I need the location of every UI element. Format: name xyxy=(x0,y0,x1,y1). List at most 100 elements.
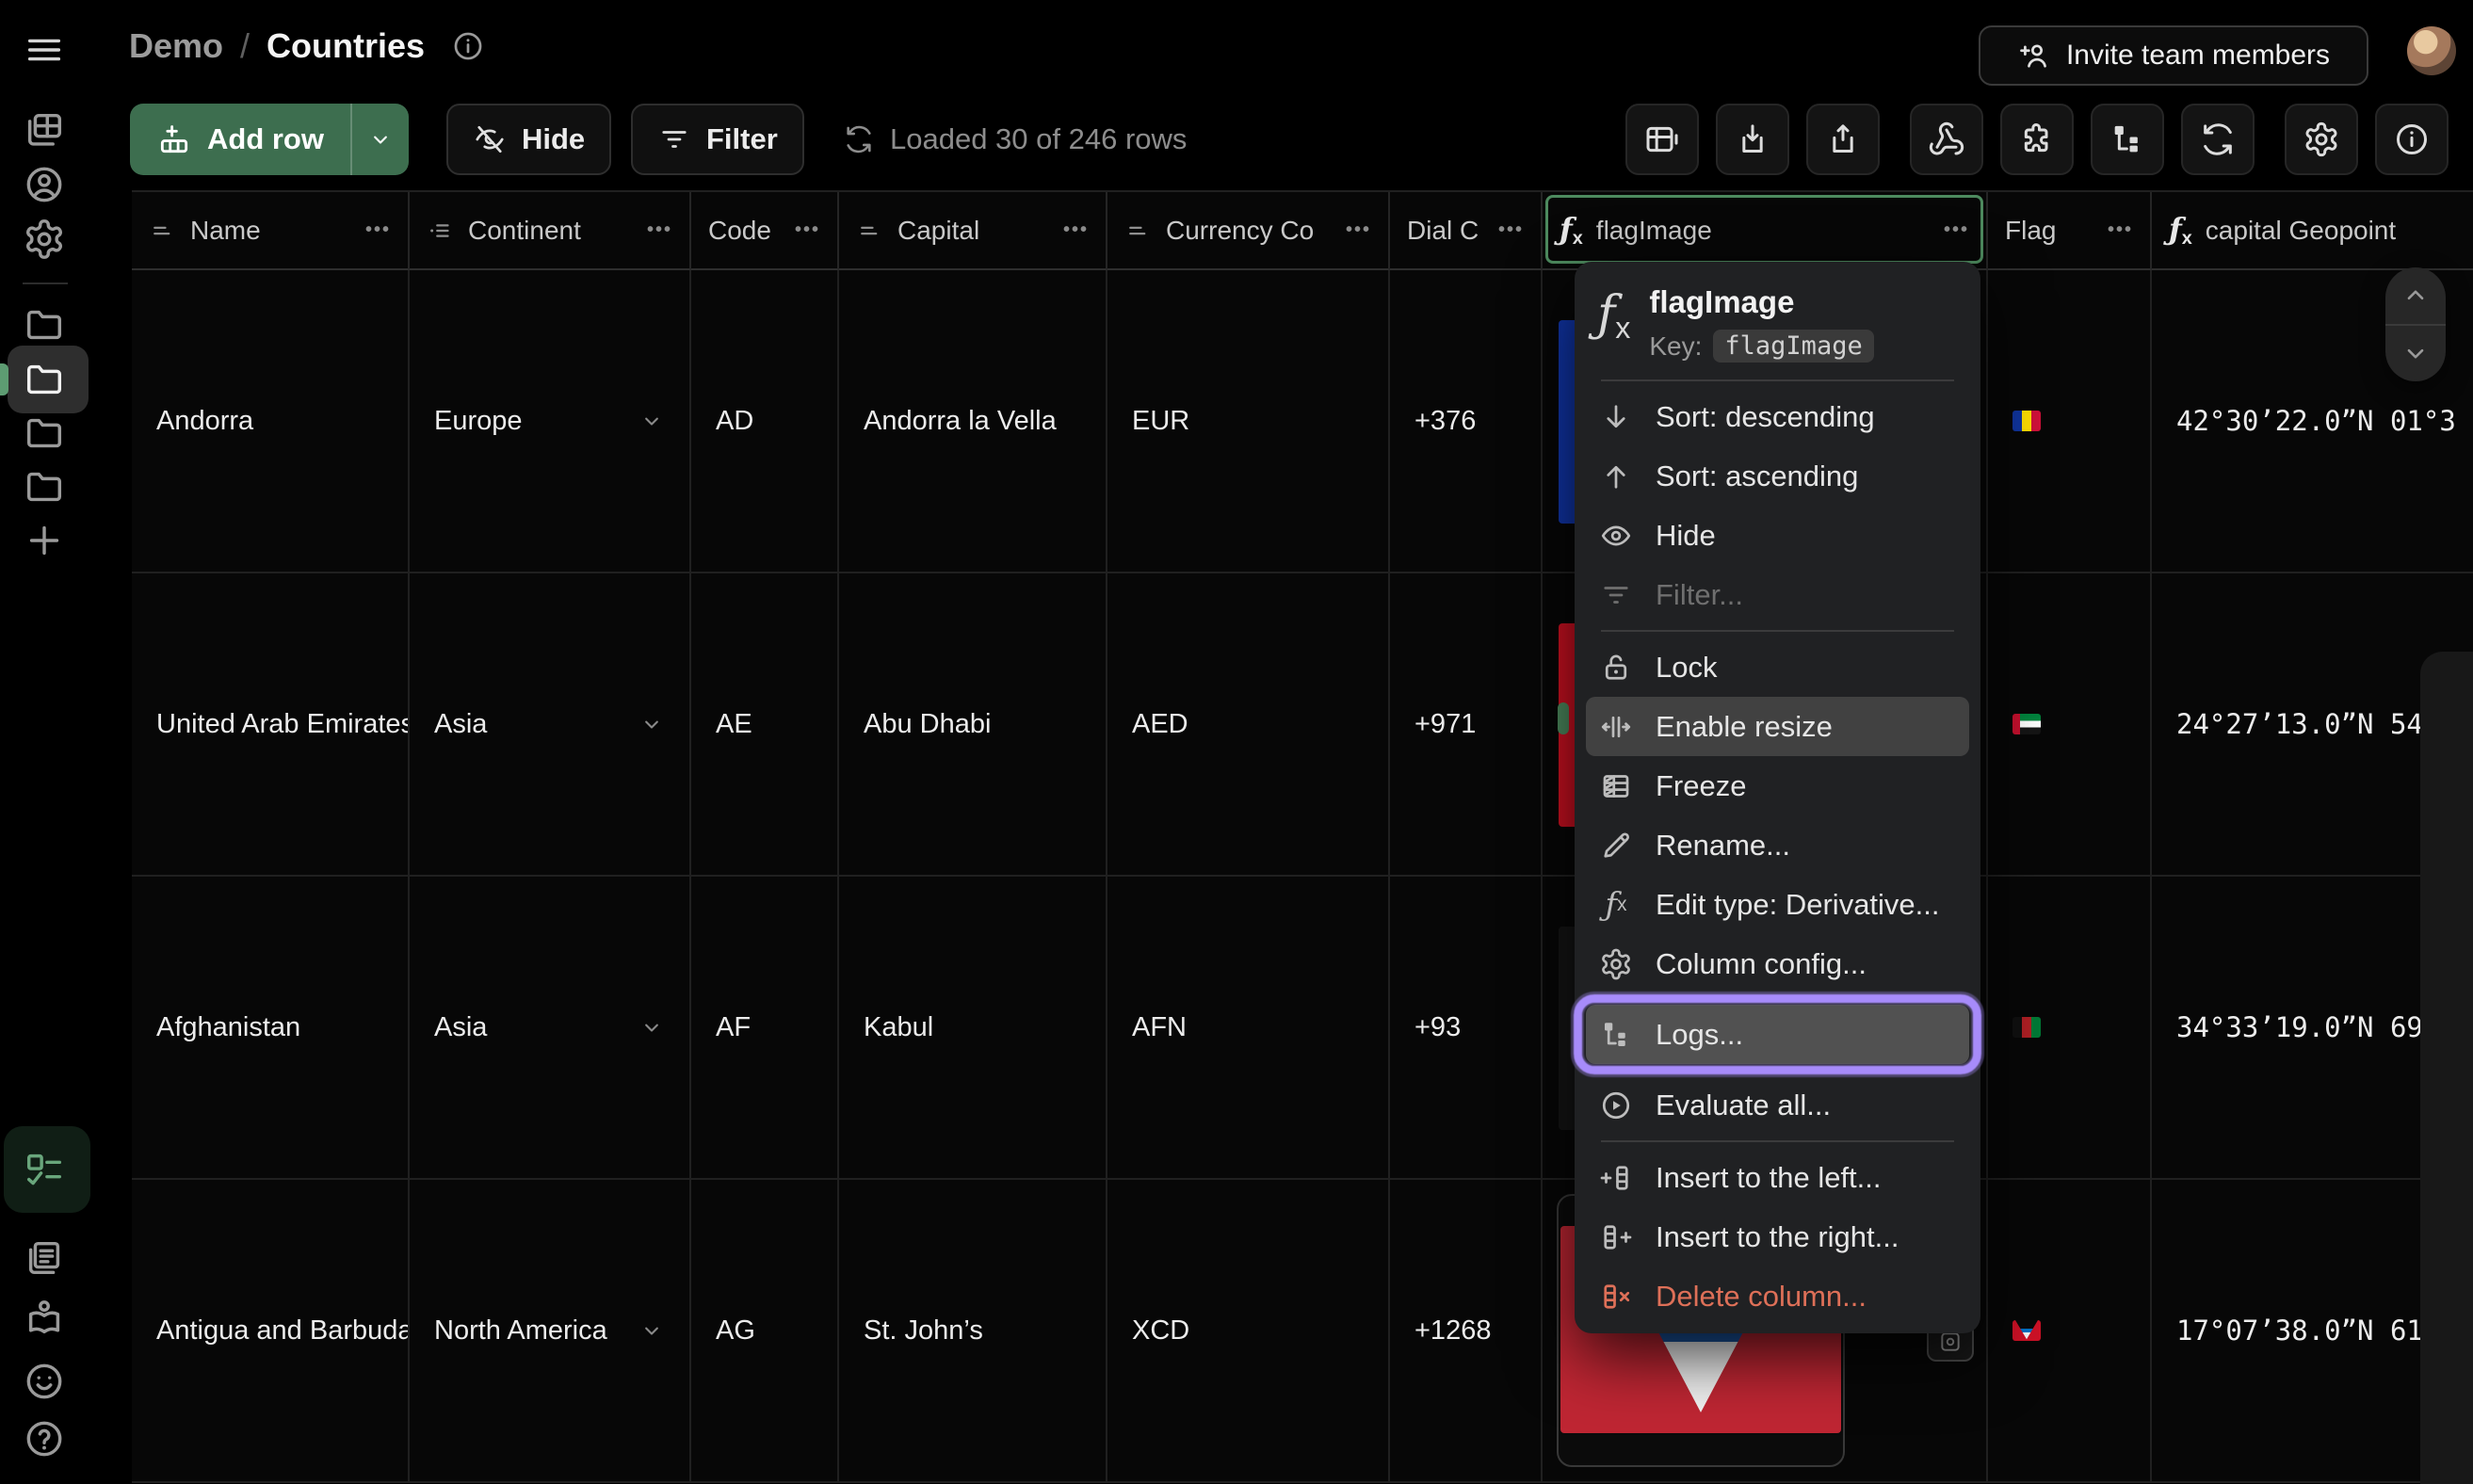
menu-item-delete-column[interactable]: Delete column... xyxy=(1575,1266,1980,1326)
table-view-button[interactable] xyxy=(1625,104,1699,175)
menu-item-logs[interactable]: Logs... xyxy=(1586,1005,1969,1064)
export-button[interactable] xyxy=(1806,104,1880,175)
cell-continent[interactable]: Asia xyxy=(410,877,691,1180)
sidebar-item-feedback-icon[interactable] xyxy=(23,1360,66,1403)
column-header-name[interactable]: Name xyxy=(132,192,410,270)
sidebar-item-folder-4[interactable] xyxy=(23,465,66,508)
hide-columns-button[interactable]: Hide xyxy=(446,104,611,175)
column-menu-icon[interactable] xyxy=(647,219,672,241)
column-header-flagimage[interactable]: ƒx flagImage xyxy=(1543,192,1988,270)
sidebar-item-tasks-icon[interactable] xyxy=(23,1148,66,1191)
add-row-button[interactable]: Add row xyxy=(130,104,350,175)
webhook-button[interactable] xyxy=(1910,104,1983,175)
column-header-flag[interactable]: Flag xyxy=(1988,192,2152,270)
cell-currency[interactable]: XCD xyxy=(1107,1180,1390,1483)
sidebar-item-learn-icon[interactable] xyxy=(23,1296,66,1339)
column-menu-icon[interactable] xyxy=(795,219,820,241)
cell-flag[interactable] xyxy=(1988,1180,2152,1483)
column-menu-icon[interactable] xyxy=(1944,219,1969,241)
cell-name[interactable]: Antigua and Barbuda xyxy=(132,1180,410,1483)
cell-flag[interactable] xyxy=(1988,877,2152,1180)
menu-item-hide[interactable]: Hide xyxy=(1575,506,1980,565)
sidebar-add-button[interactable] xyxy=(23,519,66,562)
cell-capital[interactable]: St. John’s xyxy=(839,1180,1107,1483)
cell-dial[interactable]: +971 xyxy=(1390,573,1543,877)
sidebar-item-folder-1[interactable] xyxy=(23,303,66,347)
column-menu-icon[interactable] xyxy=(365,219,391,241)
menu-item-insert-right[interactable]: Insert to the right... xyxy=(1575,1207,1980,1266)
extensions-button[interactable] xyxy=(2000,104,2074,175)
sidebar-item-help-icon[interactable] xyxy=(23,1417,66,1460)
menu-item-lock[interactable]: Lock xyxy=(1575,637,1980,697)
column-menu-icon[interactable] xyxy=(2108,219,2133,241)
sidebar-item-news-icon[interactable] xyxy=(23,1236,66,1280)
cell-capital[interactable]: Kabul xyxy=(839,877,1107,1180)
cell-name[interactable]: Afghanistan xyxy=(132,877,410,1180)
menu-item-insert-left[interactable]: Insert to the left... xyxy=(1575,1148,1980,1207)
menu-item-label: Sort: descending xyxy=(1656,400,1875,434)
cell-dial[interactable]: +376 xyxy=(1390,270,1543,573)
menu-item-filter[interactable]: Filter... xyxy=(1575,565,1980,624)
cell-capital[interactable]: Abu Dhabi xyxy=(839,573,1107,877)
column-menu-icon[interactable] xyxy=(1498,219,1524,241)
import-button[interactable] xyxy=(1716,104,1789,175)
column-header-code[interactable]: Code xyxy=(691,192,839,270)
cell-flag[interactable] xyxy=(1988,270,2152,573)
refresh-button[interactable] xyxy=(2181,104,2255,175)
table-info-icon[interactable] xyxy=(451,29,485,63)
chevron-down-icon[interactable] xyxy=(638,1317,665,1344)
cell-name[interactable]: United Arab Emirates xyxy=(132,573,410,877)
vertical-scrollbar[interactable] xyxy=(2420,652,2473,1484)
menu-item-rename[interactable]: Rename... xyxy=(1575,815,1980,875)
sidebar-item-folder-2-active[interactable] xyxy=(23,358,66,401)
cell-dial[interactable]: +1268 xyxy=(1390,1180,1543,1483)
chevron-down-icon[interactable] xyxy=(638,711,665,737)
invite-team-members-button[interactable]: Invite team members xyxy=(1979,25,2368,86)
cell-dial[interactable]: +93 xyxy=(1390,877,1543,1180)
menu-item-evaluate-all[interactable]: Evaluate all... xyxy=(1575,1075,1980,1135)
column-header-currency[interactable]: Currency Co xyxy=(1107,192,1390,270)
column-menu-icon[interactable] xyxy=(1346,219,1371,241)
cell-capital[interactable]: Andorra la Vella xyxy=(839,270,1107,573)
cell-name[interactable]: Andorra xyxy=(132,270,410,573)
chevron-down-icon[interactable] xyxy=(638,408,665,434)
cell-code[interactable]: AD xyxy=(691,270,839,573)
info-button[interactable] xyxy=(2375,104,2449,175)
cell-currency[interactable]: AFN xyxy=(1107,877,1390,1180)
user-avatar[interactable] xyxy=(2407,26,2456,75)
breadcrumb-workspace[interactable]: Demo xyxy=(129,26,223,66)
cell-currency[interactable]: EUR xyxy=(1107,270,1390,573)
breadcrumb-table-name[interactable]: Countries xyxy=(267,26,425,66)
column-menu-icon[interactable] xyxy=(1063,219,1089,241)
settings-button[interactable] xyxy=(2285,104,2358,175)
menu-item-sort-ascending[interactable]: Sort: ascending xyxy=(1575,446,1980,506)
chevron-down-icon[interactable] xyxy=(638,1014,665,1040)
cell-continent[interactable]: Europe xyxy=(410,270,691,573)
scroll-up-button[interactable] xyxy=(2385,267,2446,326)
cell-code[interactable]: AE xyxy=(691,573,839,877)
cell-continent[interactable]: Asia xyxy=(410,573,691,877)
menu-item-edit-type[interactable]: ƒx Edit type: Derivative... xyxy=(1575,875,1980,934)
menu-item-column-config[interactable]: Column config... xyxy=(1575,934,1980,993)
sidebar-item-account[interactable] xyxy=(23,163,66,206)
sidebar-item-folder-3[interactable] xyxy=(23,411,66,455)
add-row-dropdown-button[interactable] xyxy=(350,104,409,175)
cell-text: +93 xyxy=(1414,1012,1461,1043)
sidebar-item-settings[interactable] xyxy=(23,218,66,261)
cell-currency[interactable]: AED xyxy=(1107,573,1390,877)
sidebar-item-tables[interactable] xyxy=(23,108,66,152)
cell-code[interactable]: AF xyxy=(691,877,839,1180)
logs-tree-button[interactable] xyxy=(2091,104,2164,175)
column-header-capital-geopoint[interactable]: ƒx capital Geopoint xyxy=(2152,192,2473,270)
column-header-dial[interactable]: Dial C xyxy=(1390,192,1543,270)
menu-item-freeze[interactable]: Freeze xyxy=(1575,756,1980,815)
menu-item-enable-resize[interactable]: Enable resize xyxy=(1586,697,1969,756)
cell-flag[interactable] xyxy=(1988,573,2152,877)
cell-continent[interactable]: North America xyxy=(410,1180,691,1483)
cell-code[interactable]: AG xyxy=(691,1180,839,1483)
hamburger-menu-icon[interactable] xyxy=(23,28,66,72)
menu-item-sort-descending[interactable]: Sort: descending xyxy=(1575,387,1980,446)
column-header-continent[interactable]: Continent xyxy=(410,192,691,270)
column-header-capital[interactable]: Capital xyxy=(839,192,1107,270)
filter-button[interactable]: Filter xyxy=(631,104,804,175)
